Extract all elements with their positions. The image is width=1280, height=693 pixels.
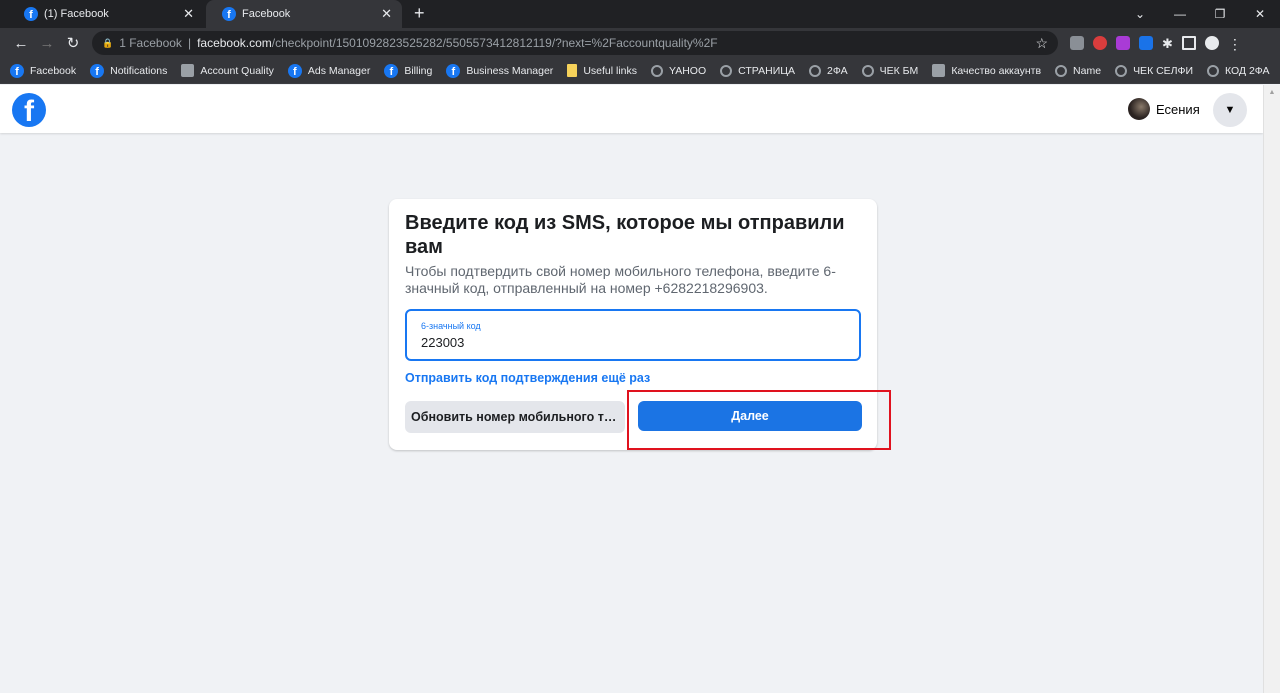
- puzzle-icon[interactable]: ✱: [1162, 36, 1173, 51]
- close-icon[interactable]: ✕: [381, 6, 392, 22]
- facebook-icon: f: [287, 63, 302, 78]
- globe-icon: [1055, 64, 1068, 77]
- facebook-icon: f: [222, 7, 236, 21]
- close-icon[interactable]: ✕: [183, 6, 194, 22]
- profile-link[interactable]: Есения: [1128, 98, 1200, 120]
- bookmark-item[interactable]: f Billing: [384, 63, 432, 78]
- account-menu-button[interactable]: ▼: [1213, 93, 1247, 127]
- facebook-icon: f: [384, 63, 399, 78]
- globe-icon: [720, 64, 733, 77]
- facebook-logo[interactable]: f: [12, 93, 46, 127]
- new-tab-button[interactable]: +: [414, 3, 425, 24]
- bookmark-item[interactable]: 2ФА: [809, 64, 848, 77]
- folder-icon: [567, 64, 578, 77]
- facebook-icon: f: [10, 63, 24, 78]
- bookmark-item[interactable]: f Ads Manager: [287, 63, 370, 78]
- close-window-button[interactable]: ✕: [1240, 7, 1280, 21]
- globe-icon: [809, 64, 822, 77]
- extension-icon[interactable]: [1116, 36, 1130, 50]
- forward-button[interactable]: →: [34, 35, 60, 52]
- bookmark-item[interactable]: ЧЕК БМ: [861, 64, 918, 77]
- globe-icon: [861, 64, 874, 77]
- facebook-icon: f: [24, 7, 38, 21]
- scrollbar[interactable]: ▲: [1263, 85, 1280, 693]
- highlight-annotation: [627, 390, 891, 450]
- bookmark-item[interactable]: Account Quality: [181, 64, 274, 77]
- profile-icon[interactable]: [1204, 36, 1219, 50]
- bookmarks-bar: f Facebook f Notifications Account Quality f A…: [0, 58, 1280, 84]
- bookmark-star-icon[interactable]: ☆: [1035, 35, 1048, 52]
- maximize-button[interactable]: ❐: [1200, 7, 1240, 21]
- bookmark-item[interactable]: f Notifications: [90, 63, 167, 78]
- document-icon: [932, 64, 946, 77]
- address-bar[interactable]: 🔒 1 Facebook | facebook.com/checkpoint/1…: [92, 31, 1058, 55]
- facebook-icon: f: [90, 63, 105, 78]
- kebab-menu-icon[interactable]: ⋮: [1228, 36, 1242, 52]
- bookmark-item[interactable]: Качество аккаунтв: [932, 64, 1041, 77]
- extension-icon[interactable]: [1139, 36, 1153, 50]
- code-label: 6-значный код: [421, 321, 481, 331]
- extension-icon[interactable]: [1093, 36, 1107, 50]
- side-panel-icon[interactable]: [1181, 36, 1196, 50]
- dialog-description: Чтобы подтвердить свой номер мобильного …: [405, 263, 836, 296]
- reload-button[interactable]: ↻: [60, 34, 86, 52]
- tab-facebook-1[interactable]: f (1) Facebook ✕: [8, 0, 204, 28]
- bookmark-item[interactable]: f Business Manager: [446, 63, 553, 78]
- document-icon: [181, 64, 195, 77]
- facebook-header: f Есения ▼: [0, 85, 1263, 133]
- extension-icon[interactable]: [1070, 36, 1084, 50]
- resend-code-link[interactable]: Отправить код подтверждения ещё раз: [405, 371, 861, 385]
- bookmark-item[interactable]: СТРАНИЦА: [720, 64, 795, 77]
- tab-bar: f (1) Facebook ✕ f Facebook ✕ + ⌄ — ❐ ✕: [0, 0, 1280, 28]
- globe-icon: [1115, 64, 1128, 77]
- globe-icon: [651, 64, 663, 77]
- caret-down-icon: ▼: [1224, 104, 1236, 116]
- bookmark-item[interactable]: КОД 2ФА: [1207, 64, 1270, 77]
- tab-facebook-2[interactable]: f Facebook ✕: [206, 0, 402, 28]
- lock-icon: 🔒: [102, 37, 114, 48]
- update-phone-button[interactable]: Обновить номер мобильного телефона: [405, 401, 625, 433]
- minimize-button[interactable]: —: [1160, 7, 1200, 21]
- facebook-icon: f: [446, 63, 461, 78]
- bookmark-item[interactable]: Useful links: [567, 64, 637, 77]
- dialog-title: Введите код из SMS, которое мы отправили…: [405, 212, 845, 258]
- code-input[interactable]: [421, 335, 845, 350]
- back-button[interactable]: ←: [8, 35, 34, 52]
- scroll-up-icon[interactable]: ▲: [1264, 89, 1280, 96]
- bookmark-item[interactable]: YAHOO: [651, 64, 706, 77]
- tab-search-icon[interactable]: ⌄: [1120, 7, 1160, 21]
- bookmark-item[interactable]: f Facebook: [10, 63, 76, 78]
- browser-toolbar: ← → ↻ 🔒 1 Facebook | facebook.com/checkp…: [0, 28, 1280, 58]
- code-field[interactable]: 6-значный код: [405, 309, 861, 361]
- bookmark-item[interactable]: ЧЕК СЕЛФИ: [1115, 64, 1193, 77]
- avatar: [1128, 98, 1150, 120]
- bookmark-item[interactable]: Name: [1055, 64, 1101, 77]
- globe-icon: [1207, 64, 1219, 77]
